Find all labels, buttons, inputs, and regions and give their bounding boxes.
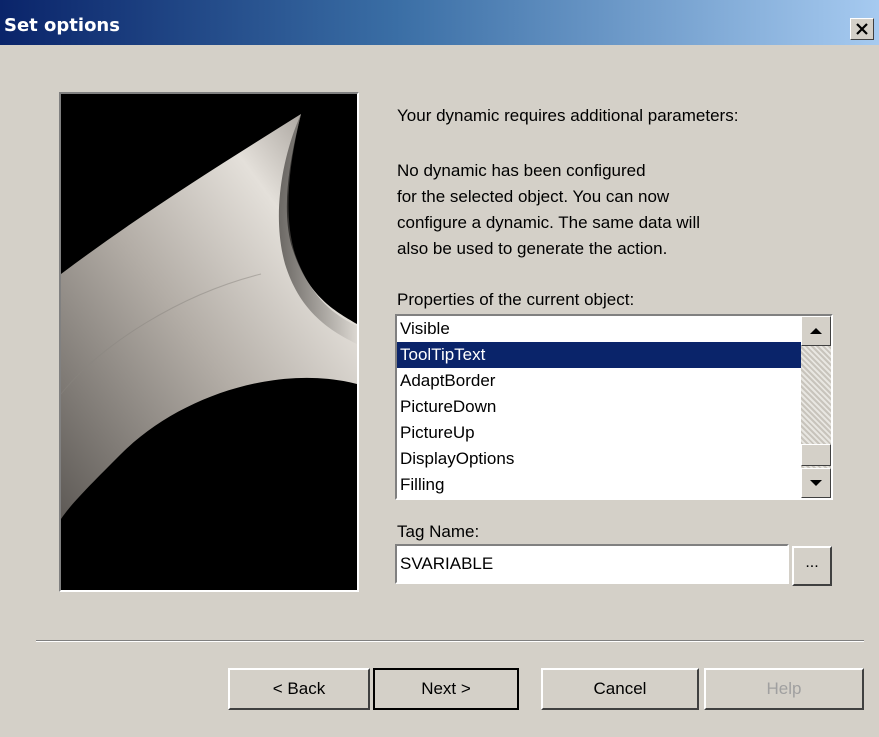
scroll-down-button[interactable] [801, 468, 831, 498]
list-item[interactable]: Visible [397, 316, 801, 342]
tag-name-label: Tag Name: [397, 522, 480, 541]
list-item[interactable]: DisplayOptions [397, 446, 801, 472]
wizard-image [59, 92, 359, 592]
list-item[interactable]: Filling [397, 472, 801, 498]
list-item[interactable]: PictureDown [397, 394, 801, 420]
tag-name-input[interactable]: SVARIABLE [395, 544, 789, 584]
list-item[interactable]: PictureUp [397, 420, 801, 446]
wizard-graphic [61, 94, 357, 590]
separator-line [36, 640, 864, 642]
arrow-down-icon [810, 480, 822, 486]
heading-text: Your dynamic requires additional paramet… [397, 106, 739, 125]
window-title: Set options [4, 15, 120, 36]
properties-listbox[interactable]: Visible ToolTipText AdaptBorder PictureD… [395, 314, 833, 500]
help-button[interactable]: Help [704, 668, 864, 710]
close-button[interactable] [850, 18, 874, 40]
description-text: No dynamic has been configured for the s… [397, 161, 701, 258]
list-item-selected[interactable]: ToolTipText [397, 342, 801, 368]
set-options-dialog: Set options Your dynamic requires additi… [0, 0, 879, 737]
arrow-up-icon [810, 328, 822, 334]
scroll-thumb[interactable] [801, 444, 831, 466]
list-scrollbar[interactable] [801, 316, 831, 498]
properties-label: Properties of the current object: [397, 290, 635, 309]
list-item[interactable]: AdaptBorder [397, 368, 801, 394]
back-button[interactable]: < Back [228, 668, 370, 710]
title-bar[interactable]: Set options [0, 0, 879, 45]
browse-button[interactable]: ... [792, 546, 832, 586]
cancel-button[interactable]: Cancel [541, 668, 699, 710]
next-button[interactable]: Next > [373, 668, 519, 710]
close-icon [856, 23, 868, 35]
scroll-up-button[interactable] [801, 316, 831, 346]
